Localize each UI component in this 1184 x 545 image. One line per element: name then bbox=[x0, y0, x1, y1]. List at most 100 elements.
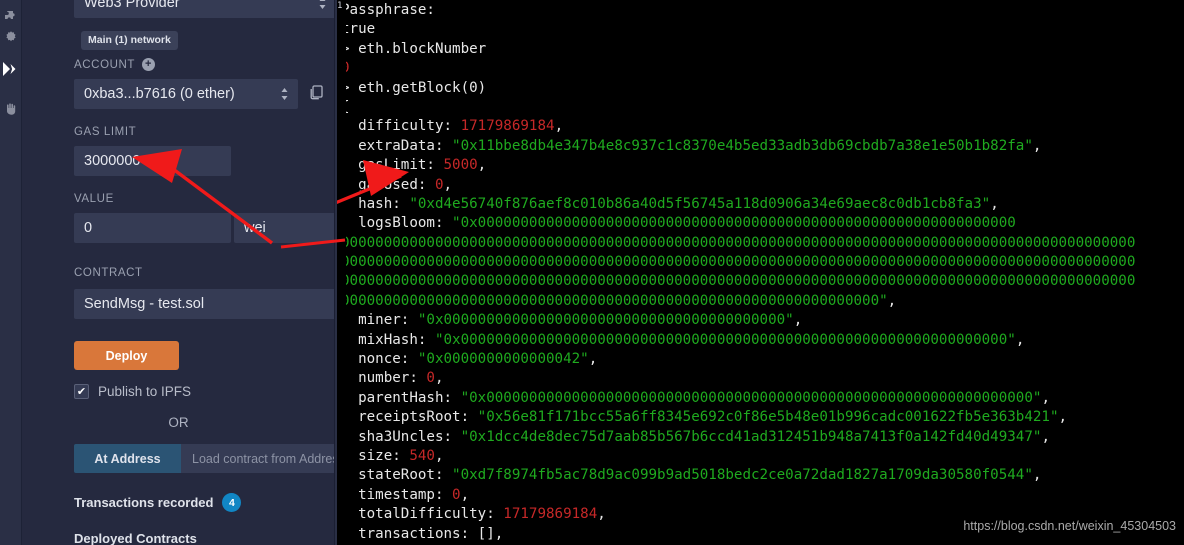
terminal-token: number: bbox=[341, 370, 427, 387]
terminal-token: , bbox=[588, 351, 598, 368]
run-and-deploy-panel: Web3 Provider Main (1) network ACCOUNT +… bbox=[22, 0, 335, 545]
terminal-token: "0xd7f8974fb5ac78d9ac099b9ad5018bedc2ce0… bbox=[452, 467, 1033, 484]
deployed-contracts-row[interactable]: Deployed Contracts bbox=[74, 531, 334, 545]
terminal-token: parentHash: bbox=[341, 389, 461, 406]
plugin-icon[interactable] bbox=[2, 8, 20, 26]
terminal-token: , bbox=[554, 118, 564, 135]
geth-console-terminal[interactable]: 1 Passphrase:true> eth.blockNumber0> eth… bbox=[335, 0, 1184, 545]
terminal-line: > eth.getBlock(0) bbox=[341, 79, 1184, 98]
at-address-input[interactable]: Load contract from Address bbox=[181, 444, 335, 473]
terminal-line: number: 0, bbox=[341, 369, 1184, 388]
terminal-line: hash: "0xd4e56740f876aef8c010b86a40d5f56… bbox=[341, 195, 1184, 214]
terminal-token: extraData: bbox=[341, 137, 453, 154]
terminal-line: Passphrase: bbox=[341, 1, 1184, 20]
terminal-line: receiptsRoot: "0x56e81f171bcc55a6ff8345e… bbox=[341, 408, 1184, 427]
terminal-token: "0x1dcc4de8dec75d7aab85b567b6ccd41ad3124… bbox=[460, 428, 1042, 445]
copy-icon[interactable] bbox=[308, 84, 328, 104]
terminal-token: "0xd4e56740f876aef8c010b86a40d5f56745a11… bbox=[409, 195, 991, 212]
terminal-token: 0000000000000000000000000000000000000000… bbox=[341, 234, 1136, 251]
plus-circle-icon[interactable]: + bbox=[142, 58, 156, 71]
at-address-button[interactable]: At Address bbox=[74, 444, 181, 473]
watermark: https://blog.csdn.net/weixin_45304503 bbox=[963, 519, 1176, 533]
terminal-token: 0000000000000000000000000000000000000000… bbox=[341, 273, 1136, 290]
terminal-token: hash: bbox=[341, 195, 410, 212]
terminal-token: sha3Uncles: bbox=[341, 428, 461, 445]
account-value: 0xba3...b7616 (0 ether) bbox=[84, 86, 235, 102]
deploy-button[interactable]: Deploy bbox=[74, 341, 179, 370]
terminal-token: transactions: [], bbox=[341, 525, 504, 542]
chevron-updown-icon bbox=[280, 87, 289, 101]
gas-limit-value: 3000000 bbox=[84, 153, 141, 169]
terminal-token: 17179869184 bbox=[503, 506, 598, 523]
terminal-token: , bbox=[597, 506, 606, 523]
terminal-line: miner: "0x000000000000000000000000000000… bbox=[341, 311, 1184, 330]
terminal-line: 0000000000000000000000000000000000000000… bbox=[341, 234, 1184, 253]
terminal-token: gasUsed: bbox=[341, 176, 435, 193]
value-unit: wei bbox=[244, 220, 266, 236]
terminal-token: 0 bbox=[434, 176, 444, 193]
terminal-token: totalDifficulty: bbox=[341, 506, 504, 523]
terminal-token: "0x0000000000000000000000000000000000000… bbox=[417, 312, 794, 329]
gutter-line-number: 1 bbox=[337, 1, 343, 11]
terminal-token: 17179869184 bbox=[460, 118, 555, 135]
terminal-line: gasUsed: 0, bbox=[341, 176, 1184, 195]
terminal-line: 0 bbox=[341, 59, 1184, 78]
terminal-token: , bbox=[793, 312, 803, 329]
publish-to-ipfs-row[interactable]: ✔ Publish to IPFS bbox=[74, 384, 191, 399]
value-input[interactable]: 0 bbox=[74, 213, 231, 243]
at-address-placeholder: Load contract from Address bbox=[192, 451, 335, 466]
terminal-line: difficulty: 17179869184, bbox=[341, 117, 1184, 136]
contract-value: SendMsg - test.sol bbox=[84, 296, 205, 312]
publish-ipfs-checkbox[interactable]: ✔ bbox=[74, 384, 89, 399]
contract-label: CONTRACT bbox=[74, 267, 143, 279]
terminal-token: > eth.blockNumber bbox=[341, 40, 487, 57]
terminal-line: logsBloom: "0x00000000000000000000000000… bbox=[341, 214, 1184, 233]
value-amount: 0 bbox=[84, 220, 93, 236]
network-badge: Main (1) network bbox=[81, 31, 178, 50]
terminal-line: 0000000000000000000000000000000000000000… bbox=[341, 272, 1184, 291]
terminal-line: stateRoot: "0xd7f8974fb5ac78d9ac099b9ad5… bbox=[341, 466, 1184, 485]
contract-select[interactable]: SendMsg - test.sol bbox=[74, 289, 334, 319]
terminal-line: size: 540, bbox=[341, 447, 1184, 466]
gas-limit-label: GAS LIMIT bbox=[74, 126, 137, 138]
terminal-token: "0x0000000000000000000000000000000000000… bbox=[452, 215, 1016, 232]
settings-icon[interactable] bbox=[2, 28, 20, 46]
transactions-recorded-row[interactable]: Transactions recorded 4 bbox=[74, 493, 334, 512]
terminal-token: , bbox=[990, 195, 999, 212]
terminal-token: "0x0000000000000000000000000000000000000… bbox=[434, 331, 1016, 348]
terminal-token: , bbox=[1041, 389, 1050, 406]
gas-limit-input[interactable]: 3000000 bbox=[74, 146, 231, 176]
terminal-output: Passphrase:true> eth.blockNumber0> eth.g… bbox=[337, 0, 1184, 545]
hand-icon[interactable] bbox=[2, 100, 20, 118]
terminal-line: timestamp: 0, bbox=[341, 486, 1184, 505]
value-unit-select[interactable]: wei bbox=[234, 213, 334, 243]
terminal-token: > eth.getBlock(0) bbox=[341, 79, 487, 96]
deployed-contracts-label: Deployed Contracts bbox=[74, 531, 197, 545]
account-select[interactable]: 0xba3...b7616 (0 ether) bbox=[74, 79, 298, 109]
terminal-token: size: bbox=[341, 447, 410, 464]
terminal-token: , bbox=[1058, 409, 1068, 426]
terminal-token: , bbox=[434, 447, 444, 464]
terminal-token: gasLimit: bbox=[341, 157, 444, 174]
terminal-token: 0 bbox=[426, 370, 435, 387]
value-row: 0 wei bbox=[74, 213, 334, 243]
terminal-token: , bbox=[477, 157, 487, 174]
account-label: ACCOUNT + bbox=[74, 58, 156, 71]
remix-ide-screenshot: Web3 Provider Main (1) network ACCOUNT +… bbox=[0, 0, 1184, 545]
terminal-line: parentHash: "0x0000000000000000000000000… bbox=[341, 389, 1184, 408]
terminal-token: "0x0000000000000042" bbox=[417, 351, 589, 368]
terminal-token: stateRoot: bbox=[341, 467, 453, 484]
chevron-updown-icon bbox=[318, 0, 327, 10]
environment-select[interactable]: Web3 Provider bbox=[74, 0, 334, 18]
terminal-line: gasLimit: 5000, bbox=[341, 156, 1184, 175]
value-label: VALUE bbox=[74, 193, 114, 205]
terminal-token: timestamp: bbox=[341, 486, 453, 503]
publish-ipfs-label: Publish to IPFS bbox=[98, 384, 192, 399]
terminal-token: Passphrase: bbox=[341, 2, 435, 18]
double-chevron-right-icon[interactable] bbox=[0, 60, 22, 78]
terminal-gutter: 1 bbox=[337, 0, 346, 545]
terminal-line: mixHash: "0x0000000000000000000000000000… bbox=[341, 331, 1184, 350]
transactions-recorded-label: Transactions recorded bbox=[74, 495, 214, 510]
terminal-token: nonce: bbox=[341, 351, 418, 368]
terminal-token: "0x0000000000000000000000000000000000000… bbox=[460, 389, 1042, 406]
